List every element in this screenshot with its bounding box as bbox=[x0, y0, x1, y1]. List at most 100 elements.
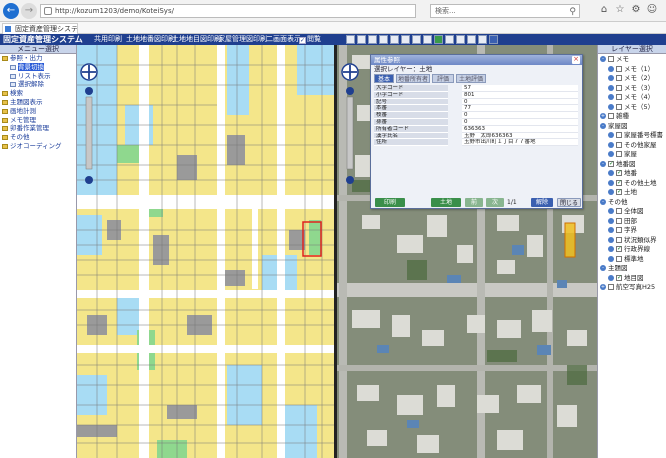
clear-button[interactable]: 解除 bbox=[531, 198, 553, 207]
layer-checkbox[interactable] bbox=[616, 103, 622, 110]
layer-row[interactable]: + 航空写真H25 bbox=[598, 282, 666, 292]
layer-checkbox[interactable]: ✓ bbox=[616, 179, 622, 186]
layer-checkbox[interactable] bbox=[616, 65, 622, 72]
layer-checkbox[interactable]: ✓ bbox=[616, 189, 622, 195]
layer-checkbox[interactable] bbox=[616, 227, 622, 233]
gear-icon[interactable]: ⚙ bbox=[628, 4, 644, 15]
menu-item[interactable]: その他 bbox=[0, 133, 76, 142]
layer-checkbox[interactable] bbox=[616, 132, 622, 138]
layer-row[interactable]: ✓ 地目図 bbox=[598, 273, 666, 283]
layer-checkbox[interactable] bbox=[616, 84, 622, 91]
layer-checkbox[interactable] bbox=[616, 255, 622, 262]
area-tool-icon[interactable] bbox=[412, 35, 421, 44]
layer-checkbox[interactable] bbox=[616, 217, 622, 224]
home-icon[interactable]: ⌂ bbox=[596, 4, 612, 15]
close-icon[interactable]: × bbox=[572, 56, 580, 64]
tab-evaluation[interactable]: 評価 bbox=[432, 74, 454, 83]
layer-row[interactable]: - メモ bbox=[598, 54, 666, 64]
layer-checkbox[interactable] bbox=[608, 284, 614, 290]
eraser-tool-icon[interactable] bbox=[467, 35, 476, 44]
layer-row[interactable]: 状況類似界 bbox=[598, 235, 666, 245]
collapse-icon[interactable]: - bbox=[600, 122, 606, 129]
layer-checkbox[interactable] bbox=[616, 236, 622, 243]
address-bar[interactable]: http://kozum1203/demo/KoteiSys/ bbox=[40, 4, 416, 18]
layer-checkbox[interactable]: ✓ bbox=[616, 246, 622, 252]
parcel-map-print-button[interactable]: 土地地番図印刷 bbox=[126, 34, 175, 45]
layer-checkbox[interactable]: ✓ bbox=[616, 274, 622, 281]
layer-checkbox[interactable] bbox=[616, 75, 622, 81]
print-button[interactable]: 印刷 bbox=[375, 198, 405, 207]
pointer-tool-icon[interactable] bbox=[346, 35, 355, 44]
smiley-icon[interactable]: ☺ bbox=[644, 4, 660, 15]
house-map-print-button[interactable]: 家屋管理図印刷 bbox=[218, 34, 267, 45]
parcel-map[interactable] bbox=[77, 45, 337, 458]
collapse-icon[interactable]: - bbox=[600, 56, 606, 62]
expand-icon[interactable]: + bbox=[600, 113, 606, 119]
browse-toggle[interactable]: ✓ 閲覧 bbox=[299, 34, 321, 45]
menu-item[interactable]: 卯番作業管理 bbox=[0, 124, 76, 133]
close-button[interactable]: 閉じる bbox=[557, 198, 581, 207]
layer-checkbox[interactable] bbox=[616, 208, 622, 214]
layer-row[interactable]: メモ（5） bbox=[598, 102, 666, 112]
layer-row[interactable]: メモ（4） bbox=[598, 92, 666, 102]
layer-checkbox[interactable]: ✓ bbox=[608, 160, 614, 167]
layer-row[interactable]: 田部 bbox=[598, 216, 666, 226]
globe-tool-icon[interactable] bbox=[434, 35, 443, 44]
menu-item[interactable]: 選択解除 bbox=[0, 80, 76, 89]
menu-item[interactable]: 背景切換 bbox=[0, 62, 76, 72]
menu-item[interactable]: 参照・出力 bbox=[0, 54, 76, 63]
land-button[interactable]: 土地 bbox=[431, 198, 461, 207]
menu-item[interactable]: ジオコーディング bbox=[0, 142, 76, 151]
dialog-titlebar[interactable]: 属性参照 × bbox=[371, 55, 582, 65]
tab-land-evaluation[interactable]: 土地評価 bbox=[456, 74, 486, 83]
layer-row[interactable]: ✓ その他土地 bbox=[598, 178, 666, 188]
layer-row[interactable]: 家屋 bbox=[598, 149, 666, 159]
layer-row[interactable]: - その他 bbox=[598, 197, 666, 207]
layer-row[interactable]: - 主題図 bbox=[598, 263, 666, 273]
collapse-icon[interactable]: - bbox=[600, 198, 606, 205]
expand-icon[interactable]: + bbox=[600, 284, 606, 290]
layer-checkbox[interactable]: ✓ bbox=[616, 170, 622, 176]
zoom-out-tool-icon[interactable] bbox=[390, 35, 399, 44]
layer-checkbox[interactable] bbox=[616, 141, 622, 148]
layer-row[interactable]: その他家屋 bbox=[598, 140, 666, 150]
menu-item[interactable]: 検索 bbox=[0, 89, 76, 98]
dual-screen-button[interactable]: 二画面表示 bbox=[266, 34, 301, 45]
forward-arrow-icon[interactable]: → bbox=[21, 3, 37, 19]
measure-tool-icon[interactable] bbox=[401, 35, 410, 44]
help-tool-icon[interactable] bbox=[489, 35, 498, 44]
layer-row[interactable]: - ✓ 地番図 bbox=[598, 159, 666, 169]
layer-row[interactable]: ✓ 行政界線 bbox=[598, 244, 666, 254]
search-icon[interactable]: ⚲ bbox=[569, 6, 576, 18]
layer-row[interactable]: ✓ 土地 bbox=[598, 187, 666, 197]
layer-row[interactable]: 全体図 bbox=[598, 206, 666, 216]
browser-search-input[interactable]: 検索... ⚲ bbox=[430, 4, 580, 18]
star-icon[interactable]: ☆ bbox=[612, 4, 628, 15]
zoom-in-tool-icon[interactable] bbox=[379, 35, 388, 44]
layer-row[interactable]: 家屋番号標書 bbox=[598, 130, 666, 140]
layer-row[interactable]: メモ（1） bbox=[598, 64, 666, 74]
browser-tab[interactable]: 固定資産管理システム bbox=[2, 23, 78, 34]
prev-button[interactable]: 前 bbox=[465, 198, 483, 207]
pan-tool-icon[interactable] bbox=[368, 35, 377, 44]
collapse-icon[interactable]: - bbox=[600, 160, 606, 167]
layer-row[interactable]: 字界 bbox=[598, 225, 666, 235]
layer-row[interactable]: + 雑種 bbox=[598, 111, 666, 121]
menu-item[interactable]: 画地計測 bbox=[0, 107, 76, 116]
tab-basic[interactable]: 基本 bbox=[374, 74, 394, 83]
info-tool-icon[interactable] bbox=[423, 35, 432, 44]
common-print-button[interactable]: 共用印刷 bbox=[94, 34, 122, 45]
layer-row[interactable]: メモ（2） bbox=[598, 73, 666, 83]
layer-row[interactable]: ✓ 地番 bbox=[598, 168, 666, 178]
select-tool-icon[interactable] bbox=[357, 35, 366, 44]
refresh-tool-icon[interactable] bbox=[478, 35, 487, 44]
next-button[interactable]: 次 bbox=[486, 198, 504, 207]
land-use-map-print-button[interactable]: 土地地目図印刷 bbox=[172, 34, 221, 45]
marker-tool-icon[interactable] bbox=[456, 35, 465, 44]
layer-checkbox[interactable] bbox=[616, 151, 622, 157]
collapse-icon[interactable]: - bbox=[600, 265, 606, 271]
menu-item[interactable]: 主題図表示 bbox=[0, 98, 76, 107]
back-arrow-icon[interactable]: ← bbox=[3, 3, 19, 19]
layer-checkbox[interactable] bbox=[616, 94, 622, 100]
layer-row[interactable]: メモ（3） bbox=[598, 83, 666, 93]
